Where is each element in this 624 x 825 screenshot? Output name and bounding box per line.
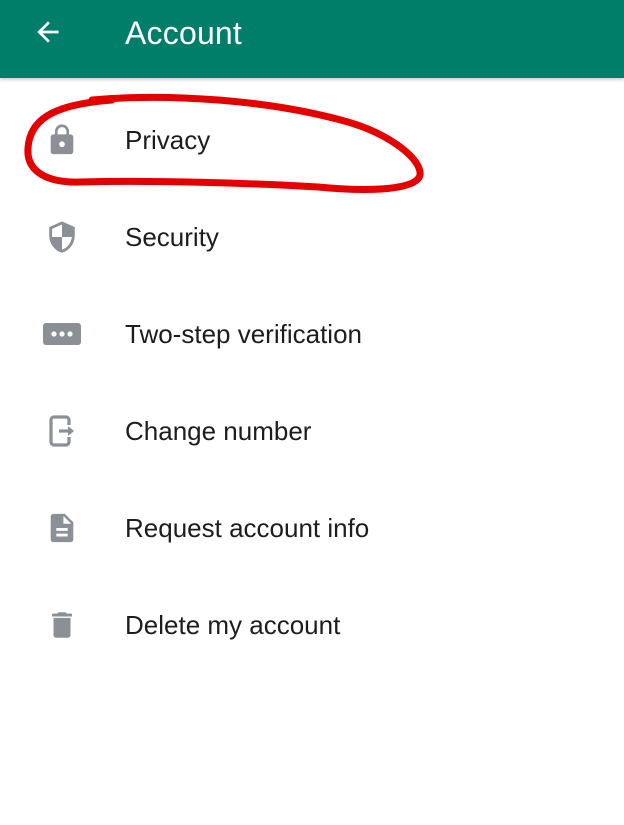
app-bar: Account [0,0,624,78]
request-account-info-label: Request account info [125,513,370,543]
privacy-item[interactable]: Privacy [0,92,624,189]
dots-password-icon [42,314,82,354]
change-number-label: Change number [125,416,312,446]
arrow-left-icon [37,21,59,43]
back-button[interactable] [22,10,74,54]
trash-icon [42,605,82,645]
security-item[interactable]: Security [0,189,624,286]
delete-my-account-label: Delete my account [125,610,341,640]
request-account-info-item[interactable]: Request account info [0,480,624,577]
delete-my-account-item[interactable]: Delete my account [0,577,624,674]
privacy-label: Privacy [125,125,211,155]
document-icon [42,508,82,548]
account-settings-list: Privacy Security Two-step verification C… [0,92,624,674]
security-label: Security [125,222,219,252]
account-screen: Account Privacy Security Two-step verifi… [0,0,624,825]
page-title: Account [125,15,243,51]
shield-icon [42,217,82,257]
two-step-verification-item[interactable]: Two-step verification [0,286,624,383]
change-number-item[interactable]: Change number [0,383,624,480]
phone-change-icon [42,411,82,451]
lock-icon [42,120,82,160]
two-step-verification-label: Two-step verification [125,319,362,349]
